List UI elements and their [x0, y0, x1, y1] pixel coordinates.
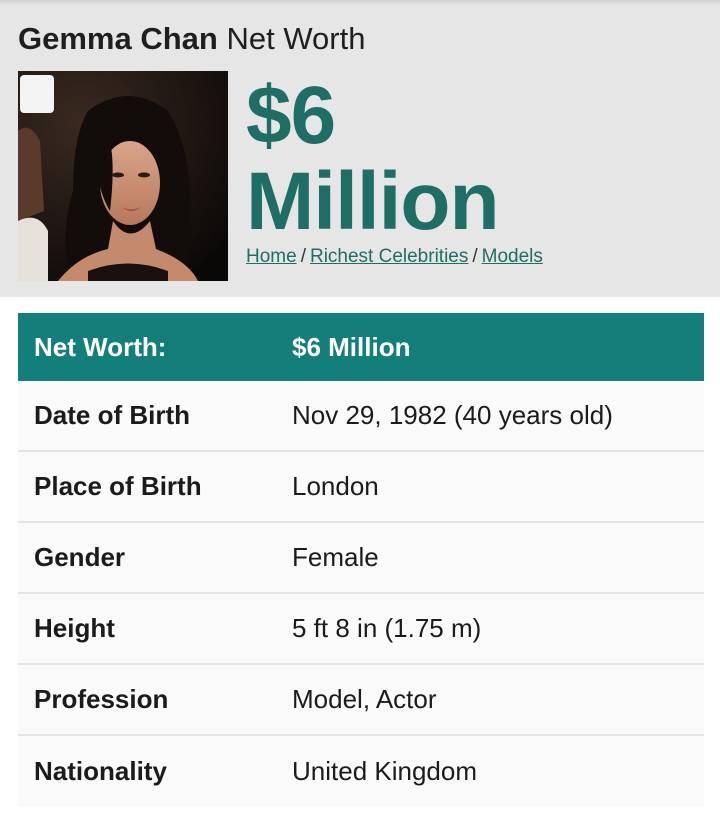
- row-value: 5 ft 8 in (1.75 m): [292, 613, 482, 643]
- page-title: Gemma Chan Net Worth: [18, 21, 365, 57]
- amount-line-2: Million: [246, 156, 500, 247]
- row-value: United Kingdom: [292, 756, 477, 786]
- row-label: Place of Birth: [34, 471, 202, 501]
- net-worth-label: Net Worth:: [34, 331, 167, 362]
- table-row: Height 5 ft 8 in (1.75 m): [18, 594, 704, 665]
- table-row: Nationality United Kingdom: [18, 736, 704, 807]
- row-value: Nov 29, 1982 (40 years old): [292, 400, 613, 430]
- row-value: Model, Actor: [292, 684, 437, 714]
- info-table: Net Worth: $6 Million Date of Birth Nov …: [18, 313, 704, 807]
- table-row: Profession Model, Actor: [18, 665, 704, 736]
- net-worth-value: $6 Million: [292, 331, 411, 362]
- row-value: Female: [292, 542, 379, 572]
- amount-line-1: $6: [246, 70, 336, 161]
- row-label: Date of Birth: [34, 400, 190, 430]
- row-label: Gender: [34, 542, 126, 572]
- row-label: Profession: [34, 684, 169, 714]
- net-worth-amount: $6 Million: [246, 70, 500, 247]
- breadcrumb: Home / Richest Celebrities / Models: [246, 245, 543, 269]
- table-row: Gender Female: [18, 523, 704, 594]
- breadcrumb-separator: /: [472, 246, 478, 267]
- row-label: Height: [34, 613, 115, 643]
- profile-photo: [18, 71, 228, 281]
- title-suffix: Net Worth: [226, 21, 366, 56]
- profile-header: Gemma Chan Net Worth $6 Million Home / R…: [0, 5, 720, 297]
- table-row: Place of Birth London: [18, 452, 704, 523]
- breadcrumb-richest-celebrities-link[interactable]: Richest Celebrities: [310, 246, 468, 267]
- breadcrumb-home-link[interactable]: Home: [246, 246, 297, 267]
- row-label: Nationality: [34, 756, 167, 786]
- portrait-image: [18, 71, 228, 281]
- celebrity-name: Gemma Chan: [18, 21, 218, 56]
- table-row: Date of Birth Nov 29, 1982 (40 years old…: [18, 381, 704, 452]
- row-value: London: [292, 471, 379, 501]
- breadcrumb-models-link[interactable]: Models: [482, 246, 543, 267]
- table-header-row: Net Worth: $6 Million: [18, 313, 704, 381]
- breadcrumb-separator: /: [300, 246, 306, 267]
